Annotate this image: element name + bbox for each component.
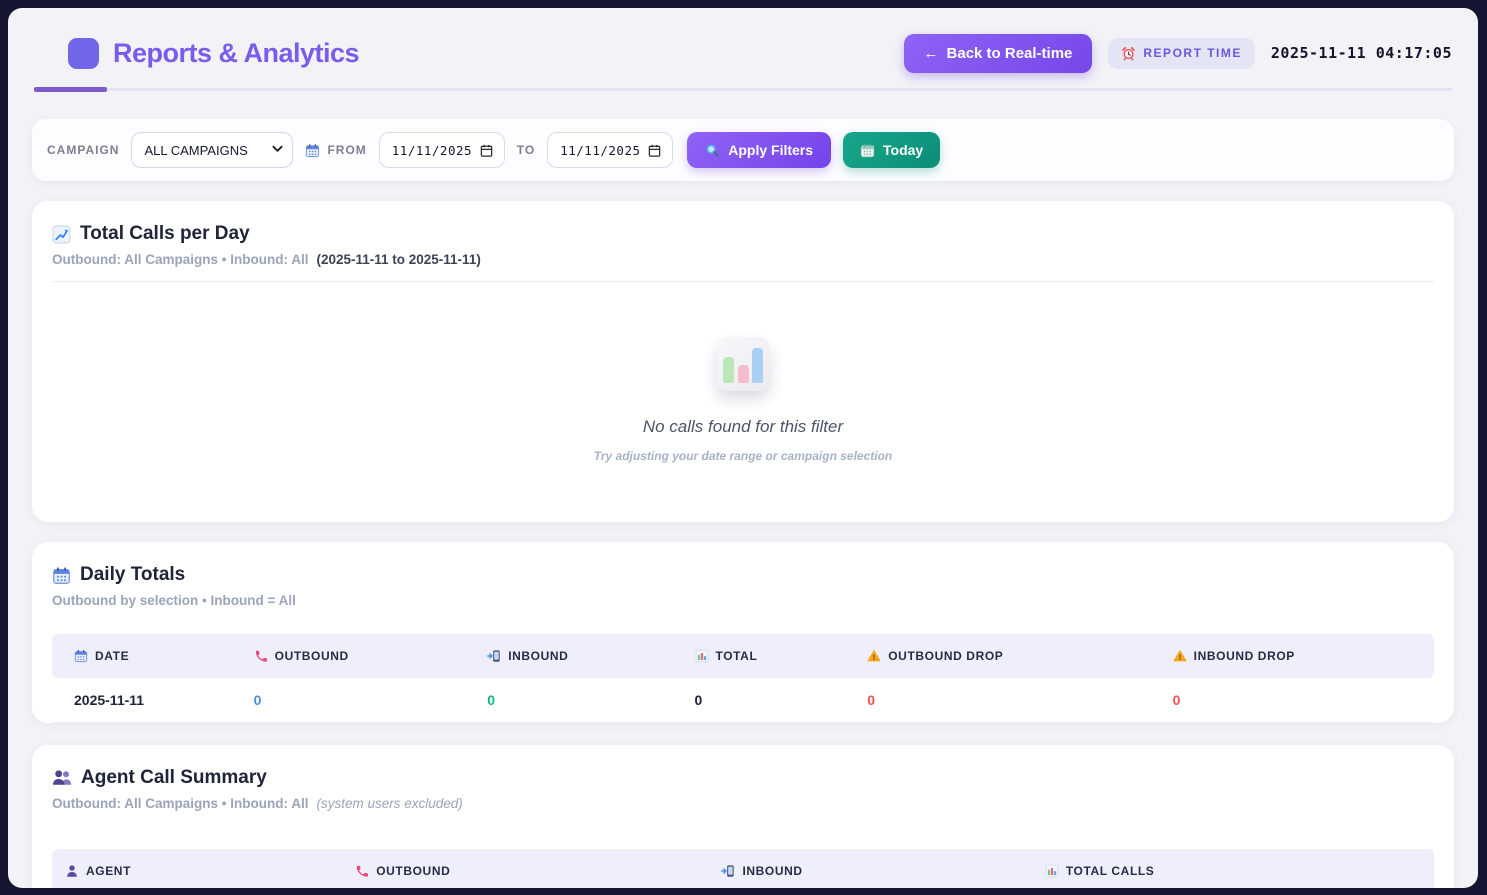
report-time-label: REPORT TIME — [1143, 46, 1242, 60]
campaign-select[interactable]: ALL CAMPAIGNS — [131, 132, 294, 168]
from-label: FROM — [327, 143, 367, 157]
empty-state-title: No calls found for this filter — [642, 417, 844, 436]
to-date-value: 11/11/2025 — [560, 142, 641, 158]
col-inbound: INBOUND — [742, 863, 803, 878]
calendar-icon — [74, 649, 88, 663]
today-label: Today — [883, 142, 924, 158]
search-icon — [705, 143, 720, 158]
total-calls-card: Total Calls per Day Outbound: All Campai… — [32, 201, 1454, 522]
date-picker-icon[interactable] — [647, 143, 662, 158]
calendar-icon — [305, 143, 320, 158]
col-total-calls: TOTAL CALLS — [1065, 863, 1155, 878]
report-time-badge: REPORT TIME — [1108, 37, 1255, 69]
cell-outbound-drop: 0 — [845, 678, 1151, 723]
agent-summary-card: Agent Call Summary Outbound: All Campaig… — [32, 744, 1454, 888]
phone-inbound-icon — [487, 649, 501, 663]
col-outbound-drop: OUTBOUND DROP — [888, 649, 1004, 663]
warning-icon — [1173, 649, 1187, 663]
col-inbound: INBOUND — [508, 649, 569, 663]
bar-chart-icon — [716, 337, 770, 391]
agent-summary-title: Agent Call Summary — [81, 766, 267, 788]
chart-increasing-icon — [52, 225, 71, 244]
apply-filters-button[interactable]: Apply Filters — [687, 132, 832, 168]
report-timestamp: 2025-11-11 04:17:05 — [1270, 44, 1452, 62]
page-title: Reports & Analytics — [113, 37, 360, 68]
filter-bar: CAMPAIGN ALL CAMPAIGNS FROM 11/11/2025 T… — [32, 119, 1454, 181]
users-icon — [52, 769, 72, 786]
cell-inbound: 0 — [465, 678, 673, 723]
agent-summary-note: (system users excluded) — [316, 795, 463, 811]
agent-summary-subtitle: Outbound: All Campaigns • Inbound: All — [52, 795, 309, 811]
to-label: TO — [516, 143, 536, 157]
col-agent: AGENT — [86, 863, 131, 878]
header-divider-accent — [34, 87, 107, 92]
alarm-clock-icon — [1121, 46, 1136, 61]
daily-totals-subtitle: Outbound by selection • Inbound = All — [52, 593, 296, 608]
phone-inbound-icon — [721, 864, 735, 878]
col-date: DATE — [95, 649, 130, 663]
back-button-label: Back to Real-time — [946, 44, 1073, 62]
today-button[interactable]: Today — [843, 132, 941, 168]
warning-icon — [867, 649, 881, 663]
cell-date: 2025-11-11 — [52, 678, 232, 723]
agent-summary-table: AGENT OUTBOUND INBOUND TOTAL CALLS — [52, 848, 1434, 888]
user-icon — [65, 864, 79, 878]
bar-chart-icon — [695, 649, 709, 663]
daily-totals-card: Daily Totals Outbound by selection • Inb… — [32, 542, 1454, 723]
empty-state-hint: Try adjusting your date range or campaig… — [593, 449, 893, 463]
apply-filters-label: Apply Filters — [728, 142, 814, 158]
col-outbound: OUTBOUND — [274, 649, 349, 663]
daily-totals-title: Daily Totals — [80, 564, 186, 585]
arrow-left-icon: ← — [923, 44, 939, 62]
page-header: Reports & Analytics ← Back to Real-time … — [8, 8, 1478, 92]
cell-outbound: 0 — [231, 678, 466, 723]
phone-outbound-icon — [254, 649, 268, 663]
total-calls-subtitle: Outbound: All Campaigns • Inbound: All — [52, 252, 309, 267]
cell-inbound-drop: 0 — [1150, 678, 1434, 723]
campaign-label: CAMPAIGN — [47, 143, 120, 157]
cell-total: 0 — [672, 678, 846, 723]
table-row: 2025-11-11 0 0 0 0 0 — [52, 678, 1434, 723]
calendar-icon — [860, 143, 875, 158]
total-calls-date-range: (2025-11-11 to 2025-11-11) — [316, 252, 481, 267]
app-logo — [68, 37, 99, 69]
col-inbound-drop: INBOUND DROP — [1193, 649, 1295, 663]
chart-empty-state: No calls found for this filter Try adjus… — [32, 282, 1454, 518]
table-header-row: DATE OUTBOUND INBOUND TOTAL OUTBOUND DRO… — [52, 634, 1434, 678]
to-date-input[interactable]: 11/11/2025 — [547, 132, 674, 168]
col-total: TOTAL — [715, 649, 758, 663]
header-divider — [34, 87, 1452, 92]
col-outbound: OUTBOUND — [376, 863, 451, 878]
daily-totals-table: DATE OUTBOUND INBOUND TOTAL OUTBOUND DRO… — [52, 634, 1434, 723]
from-date-value: 11/11/2025 — [391, 142, 473, 158]
phone-outbound-icon — [355, 864, 369, 878]
calendar-icon — [52, 566, 71, 585]
total-calls-title: Total Calls per Day — [80, 223, 250, 244]
from-date-input[interactable]: 11/11/2025 — [378, 132, 505, 168]
main-page: Reports & Analytics ← Back to Real-time … — [8, 8, 1478, 888]
date-picker-icon[interactable] — [479, 143, 494, 158]
back-to-realtime-button[interactable]: ← Back to Real-time — [903, 33, 1093, 73]
table-header-row: AGENT OUTBOUND INBOUND TOTAL CALLS — [52, 848, 1434, 888]
bar-chart-icon — [1045, 864, 1059, 878]
